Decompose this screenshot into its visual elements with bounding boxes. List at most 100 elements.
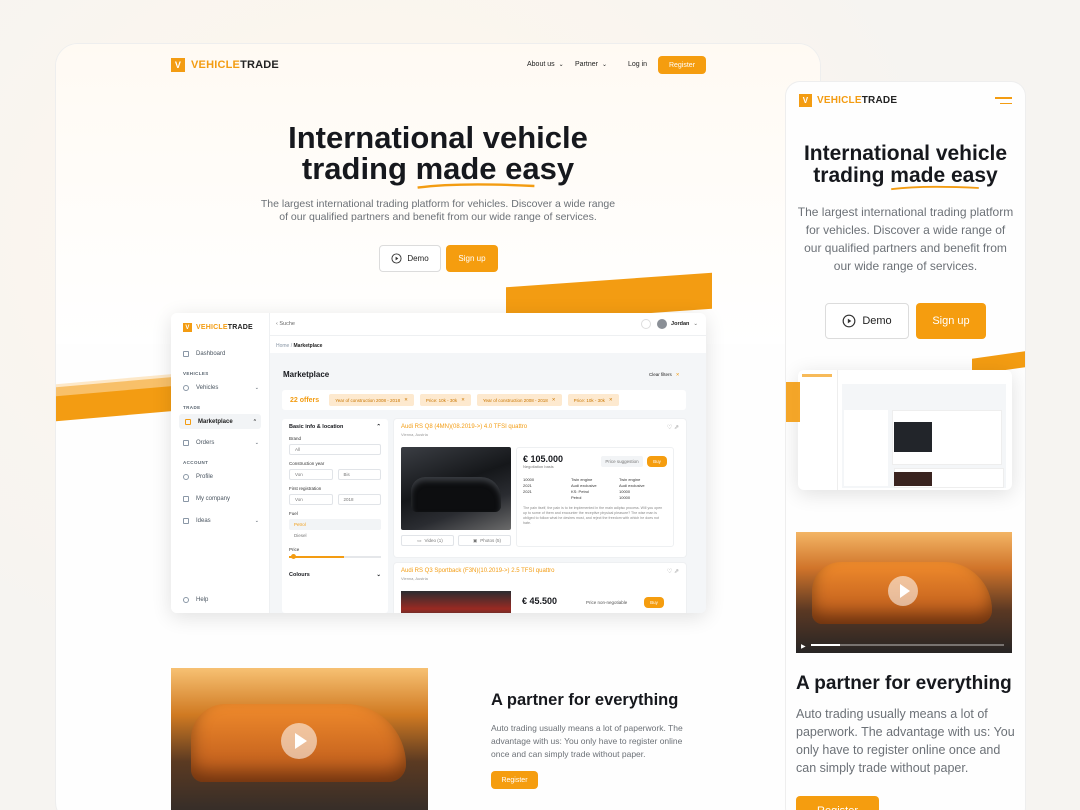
sidebar-item-ideas[interactable]: Ideas ⌄ [171,513,269,528]
user-name[interactable]: Jordan [671,321,689,327]
fuel-option-diesel[interactable]: Diesel [289,530,381,541]
mobile-preview: V VEHICLETRADE International vehicle tra… [786,82,1025,810]
year-to-select[interactable]: Bis [337,469,381,480]
dashboard-mockup: V VEHICLETRADE Dashboard VEHICLES Vehicl… [171,313,706,613]
nav-login[interactable]: Log in [628,61,647,68]
heart-icon[interactable]: ♡ ⇗ [667,568,679,575]
car-icon [183,384,189,391]
avatar[interactable] [657,319,668,329]
sidebar-item-company[interactable]: My company [171,491,269,506]
underline-swash [417,183,535,189]
buy-button[interactable]: Buy [644,597,664,608]
decor-stripe-left [786,382,800,422]
logo[interactable]: V VEHICLETRADE [171,58,279,72]
sidebar-item-vehicles[interactable]: Vehicles ⌄ [171,380,269,395]
logo-mark: V [171,58,185,72]
sidebar-item-help[interactable]: Help [171,592,208,607]
price-note: Negotiation basis [523,464,554,469]
notification-icon[interactable] [641,319,652,329]
back-chevron-icon[interactable]: ‹ [276,321,278,327]
filter-chip[interactable]: Year of construction 2008 - 2018 ✕ [329,394,414,406]
partner-register-button[interactable]: Register [491,771,538,789]
close-icon: ✕ [404,397,408,402]
logo-word-trade: TRADE [240,59,279,71]
hero-highlight: made easy [415,151,575,186]
filter-chip[interactable]: Year of construction 2008 - 2018 ✕ [476,394,562,406]
listing-card[interactable]: Audi RS Q3 Sportback (F3N)(10.2019->) 2.… [394,563,686,613]
logo-word-vehicle: VEHICLE [191,59,241,71]
brand-select[interactable]: All [289,444,381,455]
video-icon: ▭ [417,537,422,543]
video-progress[interactable] [811,644,1004,646]
sidebar-item-orders[interactable]: Orders ⌄ [171,435,269,450]
reg-from-select[interactable]: Von [289,494,333,505]
fuel-option-petrol[interactable]: Petrol [289,519,381,530]
chevron-down-icon[interactable]: ⌄ [693,321,698,327]
play-icon[interactable] [888,576,918,606]
search-link[interactable]: Suche [279,321,295,327]
dash-sidebar: V VEHICLETRADE Dashboard VEHICLES Vehicl… [171,313,270,613]
register-button[interactable]: Register [658,56,706,74]
mobile-video-player[interactable]: ▶ [796,532,1012,653]
chevron-down-icon: ⌄ [376,572,381,578]
mobile-partner-text: Auto trading usually means a lot of pape… [796,707,1015,775]
demo-button[interactable]: Demo [379,245,441,272]
price-slider[interactable] [289,554,381,559]
price-suggestion-button[interactable]: Price suggestion [601,456,643,467]
video-button[interactable]: ▭ Video (1) [401,535,454,546]
spec-grid: 10000 Twin engine Twin engine 2021 Audi exc… [523,477,645,500]
hero-subtitle: The largest international trading platfo… [260,198,616,223]
listing-description: The pain itself, the pain is to be imple… [523,506,663,525]
filter-chip[interactable]: Price: 10k - 30k ✕ [567,394,619,406]
price-status: Price non-negotiable [586,600,628,605]
mobile-dashboard-thumbnail [798,370,1012,490]
listing-details: € 105.000 Negotiation basis Price sugges… [516,447,674,547]
reg-to-select[interactable]: 2018 [337,494,381,505]
marketplace-title: Marketplace [283,370,330,379]
hamburger-icon[interactable] [995,97,1012,104]
listing-price: € 45.500 [522,596,558,606]
listing-title[interactable]: Audi RS Q8 (4MN)(08.2019->) 4.0 TFSI qua… [394,419,686,430]
nav-about[interactable]: About us ⌄ [527,61,564,68]
sidebar-item-marketplace[interactable]: Marketplace ⌃ [179,414,261,429]
play-small-icon[interactable]: ▶ [801,643,806,650]
signup-button[interactable]: Sign up [446,245,498,272]
video-player[interactable]: ▶ [171,668,428,810]
mobile-hero-title: International vehicle trading made easy [786,143,1025,191]
construction-year-label: Construction year [289,461,325,466]
car-photo[interactable] [401,591,511,613]
mobile-register-button[interactable]: Register [796,796,879,810]
partner-text: Auto trading usually means a lot of pape… [491,723,683,759]
filters-panel: Basic info & location ⌃ Brand All Constru… [282,419,388,613]
colours-section-header[interactable]: Colours ⌄ [289,572,381,578]
desktop-preview: V VEHICLETRADE About us ⌄ Partner ⌄ Log in… [56,44,820,810]
tag-icon [185,418,191,425]
dash-logo: V VEHICLETRADE [171,313,269,332]
buy-button[interactable]: Buy [647,456,667,467]
partner-title: A partner for everything [491,691,679,709]
media-buttons: ▭ Video (1) ▣ Photos (5) [401,535,511,546]
car-photo[interactable] [401,447,511,530]
year-from-select[interactable]: Von [289,469,333,480]
price-label: Price [289,547,300,552]
photos-button[interactable]: ▣ Photos (5) [458,535,511,546]
sidebar-item-dashboard[interactable]: Dashboard [171,346,269,361]
offers-count: 22 offers [290,396,320,404]
filter-chip[interactable]: Price: 10k - 30k ✕ [419,394,471,406]
mobile-demo-button[interactable]: Demo [825,303,909,339]
filters-section-header[interactable]: Basic info & location ⌃ [289,424,381,430]
hero-title: International vehicle trading made easy [56,122,820,189]
sidebar-item-profile[interactable]: Profile [171,469,269,484]
mobile-partner-title: A partner for everything [796,673,1012,694]
heart-icon[interactable]: ♡ ⇗ [667,424,679,431]
listing-card[interactable]: Audi RS Q8 (4MN)(08.2019->) 4.0 TFSI qua… [394,419,686,557]
chevron-up-icon: ⌃ [252,418,257,425]
user-icon [183,473,189,480]
listing-title[interactable]: Audi RS Q3 Sportback (F3N)(10.2019->) 2.… [394,563,686,574]
mobile-signup-button[interactable]: Sign up [916,303,986,339]
chevron-down-icon: ⌄ [254,439,259,446]
nav-partner[interactable]: Partner ⌄ [575,61,607,68]
clear-filters-link[interactable]: Clear filters ✕ [649,372,680,378]
play-icon[interactable] [281,723,317,759]
mobile-logo[interactable]: V VEHICLETRADE [799,94,897,107]
